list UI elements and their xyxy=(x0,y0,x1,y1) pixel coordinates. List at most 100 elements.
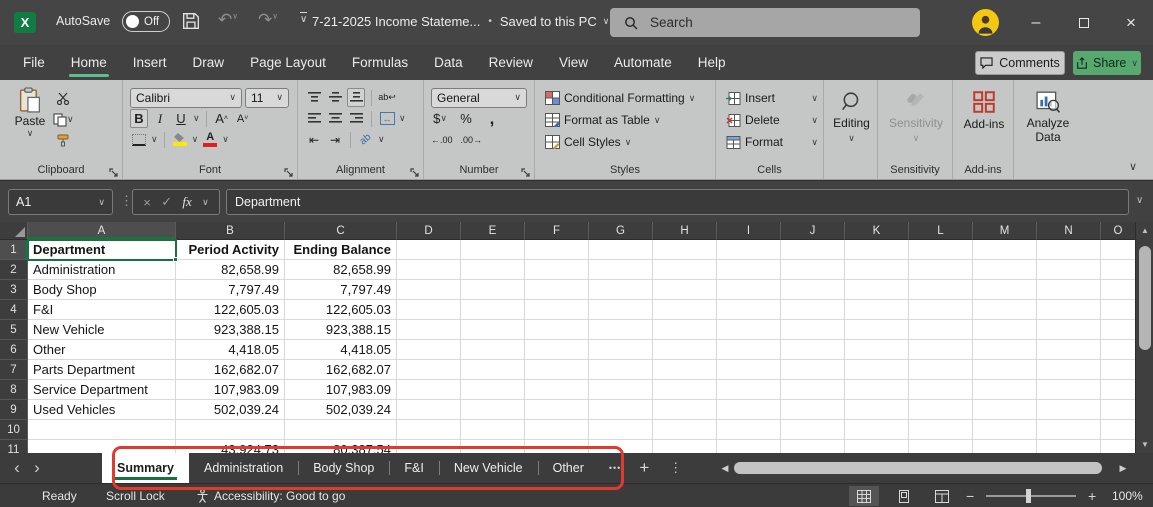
close-button[interactable]: × xyxy=(1109,0,1153,45)
alignment-dialog-launcher[interactable] xyxy=(410,165,420,175)
cell-a3[interactable]: Body Shop xyxy=(28,280,176,300)
zoom-out-button[interactable]: − xyxy=(966,484,974,507)
cell-b11[interactable]: 43,924.73 xyxy=(176,440,285,453)
vertical-scrollbar-thumb[interactable] xyxy=(1139,246,1151,350)
cell-a10[interactable] xyxy=(28,420,176,440)
row-header-9[interactable]: 9 xyxy=(0,400,28,420)
cut-button[interactable] xyxy=(53,89,74,108)
middle-align-button[interactable] xyxy=(326,88,344,107)
column-header-e[interactable]: E xyxy=(461,222,525,240)
cell-c11[interactable]: 80,387.54 xyxy=(285,440,397,453)
decrease-indent-button[interactable]: ⇤ xyxy=(305,130,323,149)
column-header-d[interactable]: D xyxy=(397,222,461,240)
collapse-ribbon-chevron-icon[interactable]: ∨ xyxy=(1129,160,1137,173)
next-sheet-button[interactable]: › xyxy=(20,458,54,478)
cell-b1[interactable]: Period Activity xyxy=(176,240,285,260)
cell-c9[interactable]: 502,039.24 xyxy=(285,400,397,420)
editing-button[interactable]: Editing ∨ xyxy=(831,91,872,144)
font-dialog-launcher[interactable] xyxy=(284,165,294,175)
column-header-m[interactable]: M xyxy=(973,222,1037,240)
more-sheets-button[interactable]: ••• xyxy=(609,463,621,473)
cell-b5[interactable]: 923,388.15 xyxy=(176,320,285,340)
paste-button[interactable]: Paste ∨ xyxy=(7,87,53,150)
borders-button[interactable] xyxy=(130,130,148,149)
analyze-data-button[interactable]: Analyze Data xyxy=(1021,91,1075,144)
merge-center-button[interactable]: ↔ xyxy=(378,109,396,128)
increase-font-size-button[interactable]: A˄ xyxy=(213,109,231,128)
column-header-f[interactable]: F xyxy=(525,222,589,240)
cell-a8[interactable]: Service Department xyxy=(28,380,176,400)
tab-formulas[interactable]: Formulas xyxy=(339,45,421,80)
cell-c2[interactable]: 82,658.99 xyxy=(285,260,397,280)
view-normal-button[interactable] xyxy=(849,486,879,506)
delete-cells-button[interactable]: Delete ∨ xyxy=(726,109,818,131)
fill-color-button[interactable] xyxy=(171,130,189,149)
accessibility-status[interactable]: Accessibility: Good to go xyxy=(196,484,345,507)
horizontal-scrollbar-thumb[interactable] xyxy=(734,462,1102,474)
sheet-tab-summary[interactable]: Summary xyxy=(102,453,189,483)
cell-c8[interactable]: 107,983.09 xyxy=(285,380,397,400)
format-painter-button[interactable] xyxy=(53,131,74,150)
sheet-options-kebab-icon[interactable]: ⋮ xyxy=(669,460,682,476)
share-button[interactable]: Share ∨ xyxy=(1073,51,1141,75)
increase-decimal-button[interactable]: ←.00 xyxy=(431,130,453,149)
row-header-6[interactable]: 6 xyxy=(0,340,28,360)
bottom-align-button[interactable] xyxy=(347,88,365,107)
tab-file[interactable]: File xyxy=(10,45,58,80)
cell-c1[interactable]: Ending Balance xyxy=(285,240,397,260)
sheet-tab-body-shop[interactable]: Body Shop xyxy=(298,453,389,483)
row-header-7[interactable]: 7 xyxy=(0,360,28,380)
avatar[interactable] xyxy=(972,9,999,36)
row-header-3[interactable]: 3 xyxy=(0,280,28,300)
expand-formula-bar-chevron-icon[interactable]: ∨ xyxy=(1136,195,1143,206)
increase-indent-button[interactable]: ⇥ xyxy=(326,130,344,149)
tab-draw[interactable]: Draw xyxy=(180,45,238,80)
quick-access-toolbar-chevron-icon[interactable]: ∨ xyxy=(300,12,307,25)
clipboard-dialog-launcher[interactable] xyxy=(109,165,119,175)
tab-help[interactable]: Help xyxy=(685,45,739,80)
cell-b7[interactable]: 162,682.07 xyxy=(176,360,285,380)
column-header-h[interactable]: H xyxy=(653,222,717,240)
cell-b2[interactable]: 82,658.99 xyxy=(176,260,285,280)
sheet-tab-fi[interactable]: F&I xyxy=(389,453,438,483)
column-header-b[interactable]: B xyxy=(176,222,285,240)
align-center-button[interactable] xyxy=(326,109,344,128)
tab-view[interactable]: View xyxy=(546,45,601,80)
scroll-up-icon[interactable]: ▲ xyxy=(1136,226,1153,235)
cell-styles-button[interactable]: Cell Styles ∨ xyxy=(545,131,710,153)
maximize-button[interactable] xyxy=(1062,0,1106,45)
copy-button[interactable]: ∨ xyxy=(53,110,74,129)
search-input[interactable]: Search xyxy=(610,8,920,37)
conditional-formatting-button[interactable]: Conditional Formatting ∨ xyxy=(545,87,710,109)
insert-function-button[interactable]: fx xyxy=(182,194,191,210)
cell-c7[interactable]: 162,682.07 xyxy=(285,360,397,380)
cell-c4[interactable]: 122,605.03 xyxy=(285,300,397,320)
column-header-i[interactable]: I xyxy=(717,222,781,240)
redo-button[interactable]: ↷∨ xyxy=(258,10,278,30)
save-location[interactable]: Saved to this PC ∨ xyxy=(500,14,609,29)
select-all-button[interactable] xyxy=(0,222,28,240)
column-header-j[interactable]: J xyxy=(781,222,845,240)
cell-a9[interactable]: Used Vehicles xyxy=(28,400,176,420)
row-header-2[interactable]: 2 xyxy=(0,260,28,280)
cell-a11[interactable] xyxy=(28,440,176,453)
row-header-10[interactable]: 10 xyxy=(0,420,28,440)
row-header-5[interactable]: 5 xyxy=(0,320,28,340)
minimize-button[interactable]: – xyxy=(1014,0,1058,45)
tab-home[interactable]: Home xyxy=(58,45,120,80)
sheet-tab-new-vehicle[interactable]: New Vehicle xyxy=(439,453,538,483)
comma-style-button[interactable]: , xyxy=(483,109,501,128)
align-left-button[interactable] xyxy=(305,109,323,128)
excel-logo-icon[interactable]: X xyxy=(14,12,36,33)
undo-button[interactable]: ↶∨ xyxy=(218,10,238,30)
horizontal-scrollbar[interactable]: ◀ ▶ xyxy=(718,456,1130,480)
cell-a4[interactable]: F&I xyxy=(28,300,176,320)
cell-a2[interactable]: Administration xyxy=(28,260,176,280)
vertical-scrollbar[interactable]: ▲ ▼ xyxy=(1135,222,1153,453)
font-size-select[interactable]: 11∨ xyxy=(245,88,289,108)
cell-b6[interactable]: 4,418.05 xyxy=(176,340,285,360)
column-header-c[interactable]: C xyxy=(285,222,397,240)
scroll-right-icon[interactable]: ▶ xyxy=(1116,463,1130,474)
scroll-down-icon[interactable]: ▼ xyxy=(1136,440,1153,449)
cell-c3[interactable]: 7,797.49 xyxy=(285,280,397,300)
